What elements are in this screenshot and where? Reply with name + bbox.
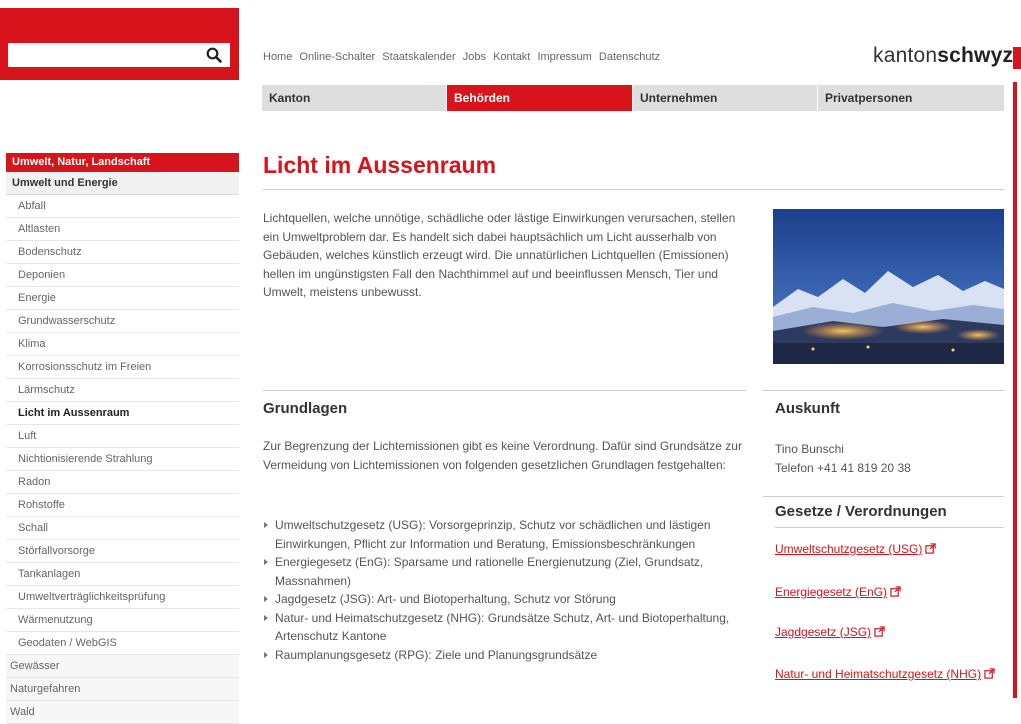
nav-tab-label: Privatpersonen xyxy=(825,91,913,105)
sidebar-item-energie[interactable]: Energie xyxy=(6,287,239,310)
link-kontakt[interactable]: Kontakt xyxy=(493,51,530,63)
nav-tab-privatpersonen[interactable]: Privatpersonen xyxy=(817,85,1004,111)
sidebar-item-abfall[interactable]: Abfall xyxy=(6,195,239,218)
night-landscape-image xyxy=(773,209,1004,364)
link-impressum[interactable]: Impressum xyxy=(537,51,591,63)
external-link-icon xyxy=(874,626,885,637)
section-divider xyxy=(263,390,746,391)
auskunft-heading: Auskunft xyxy=(775,400,840,417)
link-nhg[interactable]: Natur- und Heimatschutzgesetz (NHG) xyxy=(775,665,1007,683)
sidebar-navigation: Umwelt, Natur, Landschaft Umwelt und Ene… xyxy=(6,153,239,724)
legal-basis-list: Umweltschutzgesetz (USG): Vorsorgeprinzi… xyxy=(263,516,753,664)
list-item-text: Energiegesetz (EnG): Sparsame und ration… xyxy=(275,555,704,588)
link-online-schalter[interactable]: Online-Schalter xyxy=(299,51,375,63)
title-divider xyxy=(263,189,1004,190)
bullet-triangle-icon xyxy=(264,651,268,658)
sidebar-section-title[interactable]: Umwelt, Natur, Landschaft xyxy=(6,153,239,172)
section-divider xyxy=(763,496,1004,497)
service-links: Home Online-Schalter Staatskalender Jobs… xyxy=(263,51,664,63)
bullet-triangle-icon xyxy=(264,596,268,602)
list-item-text: Jagdgesetz (JSG): Art- und Biotoperhaltu… xyxy=(275,592,616,606)
sidebar-item-licht-im-aussenraum[interactable]: Licht im Aussenraum xyxy=(6,402,239,425)
sidebar-item-rohstoffe[interactable]: Rohstoffe xyxy=(6,494,239,517)
sidebar-item-radon[interactable]: Radon xyxy=(6,471,239,494)
search-panel xyxy=(0,8,239,80)
bullet-triangle-icon xyxy=(264,522,268,528)
sidebar-item-korrosionsschutz[interactable]: Korrosionsschutz im Freien xyxy=(6,356,239,379)
list-item: Jagdgesetz (JSG): Art- und Biotoperhaltu… xyxy=(263,590,753,609)
nav-tab-unternehmen[interactable]: Unternehmen xyxy=(632,85,817,111)
list-item: Natur- und Heimatschutzgesetz (NHG): Gru… xyxy=(263,609,753,646)
link-nhg-label: Natur- und Heimatschutzgesetz (NHG) xyxy=(775,667,982,681)
contact-name: Tino Bunschi xyxy=(775,442,844,456)
sidebar-item-geodaten[interactable]: Geodaten / WebGIS xyxy=(6,632,239,655)
link-datenschutz[interactable]: Datenschutz xyxy=(599,51,660,63)
search-icon[interactable] xyxy=(206,47,222,63)
main-navigation: Kanton Behörden Unternehmen Privatperson… xyxy=(262,85,1004,111)
sidebar-item-luft[interactable]: Luft xyxy=(6,425,239,448)
nav-tab-behoerden[interactable]: Behörden xyxy=(446,85,632,111)
grundlagen-text: Zur Begrenzung der Lichtemissionen gibt … xyxy=(263,439,742,472)
site-logo[interactable]: kantonschwyz xyxy=(873,44,1013,68)
link-jsg-label: Jagdgesetz (JSG) xyxy=(775,625,872,639)
sidebar-item-grundwasserschutz[interactable]: Grundwasserschutz xyxy=(6,310,239,333)
sidebar-item-schall[interactable]: Schall xyxy=(6,517,239,540)
gesetze-heading: Gesetze / Verordnungen xyxy=(775,503,947,520)
logo-text-light: kanton xyxy=(873,44,938,67)
bullet-triangle-icon xyxy=(264,559,268,565)
sidebar-item-wald[interactable]: Wald xyxy=(6,701,239,724)
sidebar-item-stoerfallvorsorge[interactable]: Störfallvorsorge xyxy=(6,540,239,563)
sidebar-item-tankanlagen[interactable]: Tankanlagen xyxy=(6,563,239,586)
search-input[interactable] xyxy=(8,43,230,67)
external-link-icon xyxy=(890,586,901,597)
nav-tab-label: Behörden xyxy=(454,91,511,105)
sidebar-item-laermschutz[interactable]: Lärmschutz xyxy=(6,379,239,402)
link-usg-label: Umweltschutzgesetz (USG) xyxy=(775,542,923,556)
intro-paragraph: Lichtquellen, welche unnötige, schädlich… xyxy=(263,211,736,299)
sidebar-item-deponien[interactable]: Deponien xyxy=(6,264,239,287)
link-eng[interactable]: Energiegesetz (EnG) xyxy=(775,585,901,599)
nav-tab-kanton[interactable]: Kanton xyxy=(262,85,446,111)
grundlagen-heading: Grundlagen xyxy=(263,400,348,417)
sidebar-item-uvp[interactable]: Umweltverträglichkeitsprüfung xyxy=(6,586,239,609)
contact-phone: Telefon +41 41 819 20 38 xyxy=(775,461,911,475)
link-eng-label: Energiegesetz (EnG) xyxy=(775,585,888,599)
link-home[interactable]: Home xyxy=(263,51,292,63)
nav-tab-label: Unternehmen xyxy=(640,91,718,105)
sidebar-item-gewaesser[interactable]: Gewässer xyxy=(6,655,239,678)
list-item-text: Umweltschutzgesetz (USG): Vorsorgeprinzi… xyxy=(275,518,711,551)
logo-text-bold: schwyz xyxy=(937,44,1014,67)
sidebar-item-altlasten[interactable]: Altlasten xyxy=(6,218,239,241)
link-staatskalender[interactable]: Staatskalender xyxy=(382,51,455,63)
list-item-text: Natur- und Heimatschutzgesetz (NHG): Gru… xyxy=(275,610,730,644)
sidebar-item-waermenutzung[interactable]: Wärmenutzung xyxy=(6,609,239,632)
logo-mark xyxy=(1013,47,1021,69)
list-item: Raumplanungsgesetz (RPG): Ziele und Plan… xyxy=(263,646,753,665)
page-edge-rule xyxy=(1013,82,1017,698)
sidebar-item-bodenschutz[interactable]: Bodenschutz xyxy=(6,241,239,264)
sidebar-item-nichtionisierende-strahlung[interactable]: Nichtionisierende Strahlung xyxy=(6,448,239,471)
section-divider xyxy=(763,390,1004,391)
bullet-triangle-icon xyxy=(264,614,268,621)
external-link-icon xyxy=(925,543,937,554)
section-divider xyxy=(775,527,1004,528)
link-jsg[interactable]: Jagdgesetz (JSG) xyxy=(775,625,885,639)
sidebar-parent-item[interactable]: Umwelt und Energie xyxy=(6,172,239,195)
sidebar-item-klima[interactable]: Klima xyxy=(6,333,239,356)
list-item: Energiegesetz (EnG): Sparsame und ration… xyxy=(263,553,753,590)
list-item-text: Raumplanungsgesetz (RPG): Ziele und Plan… xyxy=(275,647,598,662)
external-link-icon xyxy=(984,668,995,679)
page-title: Licht im Aussenraum xyxy=(263,152,497,178)
nav-tab-label: Kanton xyxy=(269,91,311,105)
link-jobs[interactable]: Jobs xyxy=(463,51,486,63)
link-usg[interactable]: Umweltschutzgesetz (USG) xyxy=(775,542,937,556)
list-item: Umweltschutzgesetz (USG): Vorsorgeprinzi… xyxy=(263,516,753,553)
